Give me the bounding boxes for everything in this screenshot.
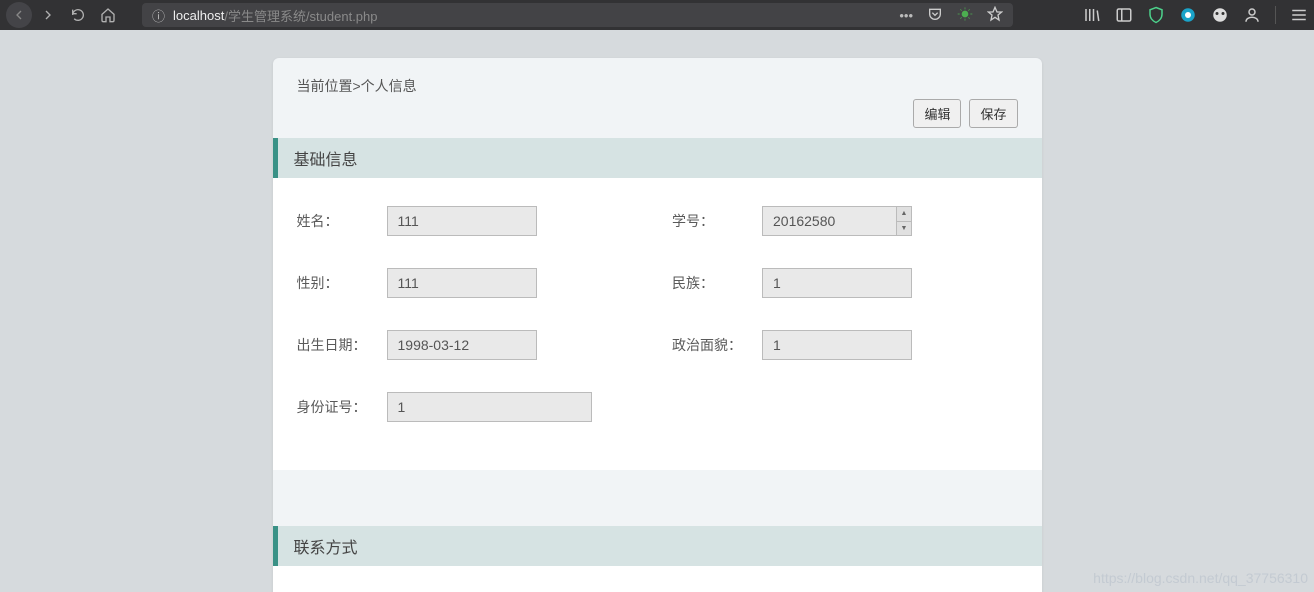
more-icon[interactable]: ••• xyxy=(899,8,913,23)
back-button[interactable] xyxy=(6,2,32,28)
name-label: 姓名： xyxy=(297,211,387,231)
section-title-contact: 联系方式 xyxy=(273,526,1042,566)
student-id-input[interactable] xyxy=(762,206,912,236)
star-icon[interactable] xyxy=(987,6,1003,25)
birth-date-input[interactable] xyxy=(387,330,537,360)
basic-info-form: 姓名： 学号： ▲▼ 性别： 民族： xyxy=(273,178,1042,470)
shield-icon[interactable] xyxy=(1147,6,1165,24)
id-number-input[interactable] xyxy=(387,392,592,422)
site-info-icon[interactable]: ⓘ xyxy=(152,6,165,25)
political-label: 政治面貌： xyxy=(672,335,762,355)
page-content: 当前位置>个人信息 编辑 保存 基础信息 姓名： 学号： ▲▼ xyxy=(0,30,1314,592)
url-bar[interactable]: ⓘ localhost /学生管理系统/student.php ••• xyxy=(142,3,1013,27)
name-input[interactable] xyxy=(387,206,537,236)
edit-button[interactable]: 编辑 xyxy=(913,99,961,128)
ethnicity-input[interactable] xyxy=(762,268,912,298)
gender-label: 性别： xyxy=(297,273,387,293)
section-title-basic: 基础信息 xyxy=(273,138,1042,178)
circle-icon-2[interactable] xyxy=(1211,6,1229,24)
account-icon[interactable] xyxy=(1243,6,1261,24)
birth-date-label: 出生日期： xyxy=(297,335,387,355)
pocket-icon[interactable] xyxy=(927,6,943,25)
home-button[interactable] xyxy=(94,2,122,28)
id-number-label: 身份证号： xyxy=(297,397,387,417)
watermark: https://blog.csdn.net/qq_37756310 xyxy=(1093,570,1308,586)
breadcrumb: 当前位置>个人信息 xyxy=(297,76,1018,96)
menu-icon[interactable] xyxy=(1290,6,1308,24)
gender-input[interactable] xyxy=(387,268,537,298)
circle-icon-1[interactable] xyxy=(1179,6,1197,24)
student-id-label: 学号： xyxy=(672,211,762,231)
url-path: /学生管理系统/student.php xyxy=(224,6,377,25)
sidebar-icon[interactable] xyxy=(1115,6,1133,24)
political-input[interactable] xyxy=(762,330,912,360)
contact-info-form xyxy=(273,566,1042,592)
browser-toolbar: ⓘ localhost /学生管理系统/student.php ••• xyxy=(0,0,1314,30)
save-button[interactable]: 保存 xyxy=(969,99,1017,128)
url-host: localhost xyxy=(173,8,224,23)
forward-button[interactable] xyxy=(34,2,62,28)
ethnicity-label: 民族： xyxy=(672,273,762,293)
student-id-spinner[interactable]: ▲▼ xyxy=(896,207,911,235)
reload-button[interactable] xyxy=(64,2,92,28)
library-icon[interactable] xyxy=(1083,6,1101,24)
bug-icon[interactable] xyxy=(957,6,973,25)
main-card: 当前位置>个人信息 编辑 保存 基础信息 姓名： 学号： ▲▼ xyxy=(273,58,1042,592)
